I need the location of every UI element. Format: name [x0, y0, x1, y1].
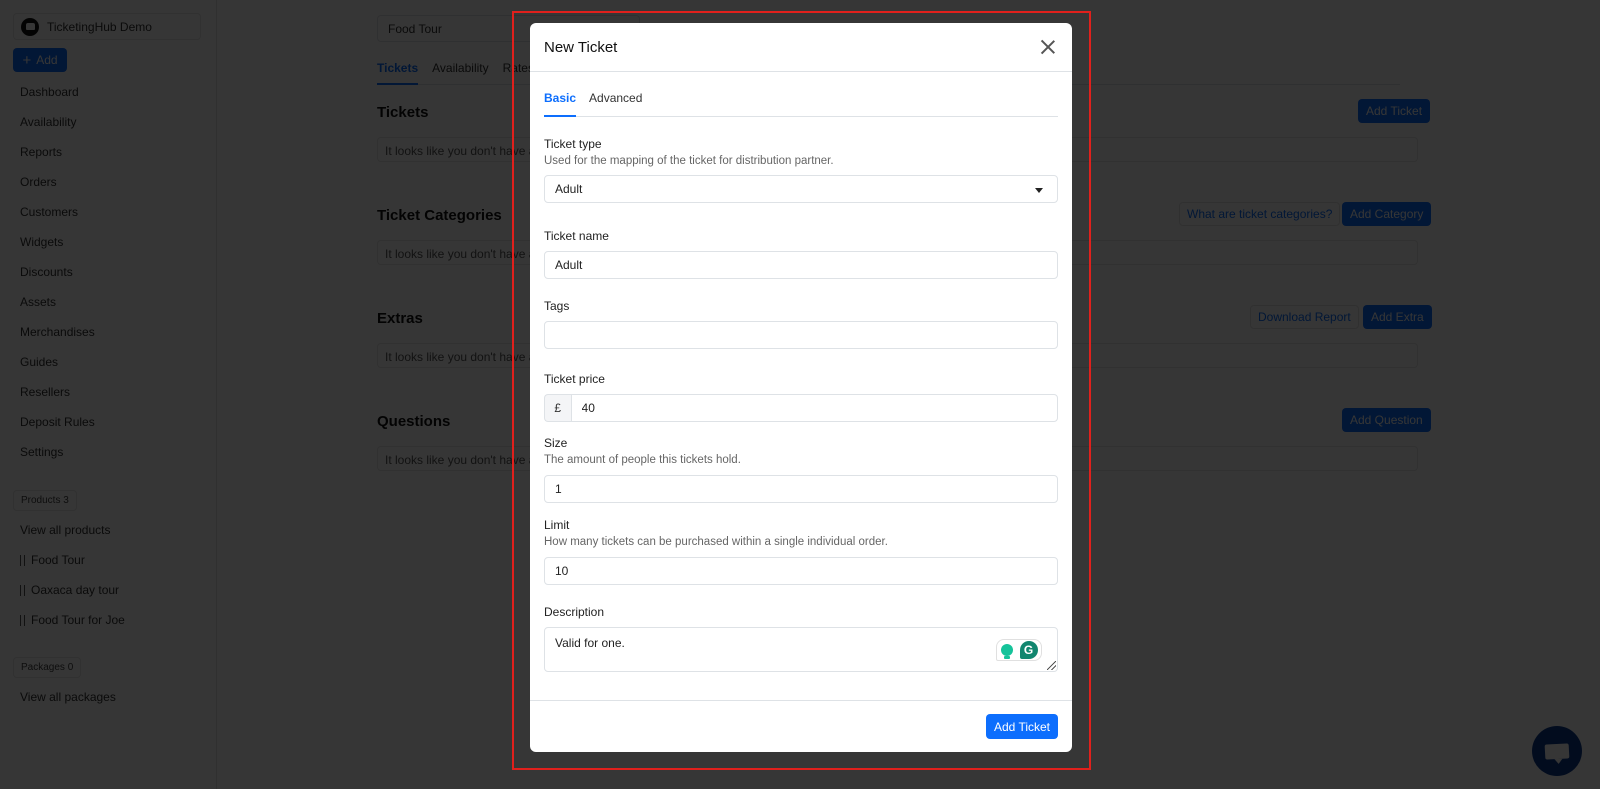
size-label: Size	[544, 436, 568, 450]
limit-input[interactable]	[544, 557, 1058, 585]
modal-footer: Add Ticket	[530, 700, 1072, 752]
lightbulb-icon	[1000, 644, 1013, 659]
new-ticket-modal: New Ticket Basic Advanced Ticket type Us…	[530, 23, 1072, 752]
modal-title: New Ticket	[544, 38, 618, 56]
ticket-price-input[interactable]	[570, 394, 1058, 422]
ticket-name-input[interactable]	[544, 251, 1058, 279]
ticket-type-help: Used for the mapping of the ticket for d…	[544, 155, 834, 167]
limit-field: Limit How many tickets can be purchased …	[544, 518, 1058, 585]
size-input[interactable]	[544, 475, 1058, 503]
modal-header: New Ticket	[530, 23, 1072, 72]
limit-help: How many tickets can be purchased within…	[544, 536, 888, 548]
grammarly-widget[interactable]: G	[996, 639, 1042, 661]
ticket-type-field: Ticket type Used for the mapping of the …	[544, 137, 1058, 203]
limit-label: Limit	[544, 518, 570, 532]
resize-handle-icon[interactable]	[1047, 661, 1056, 670]
size-help: The amount of people this tickets hold.	[544, 454, 741, 466]
close-icon[interactable]	[1038, 37, 1058, 57]
modal-tabs: Basic Advanced	[544, 91, 1058, 117]
tags-input[interactable]	[544, 321, 1058, 349]
ticket-price-label: Ticket price	[544, 372, 605, 386]
description-field: Description Valid for one. G	[544, 605, 1058, 672]
description-label: Description	[544, 605, 605, 619]
tab-basic[interactable]: Basic	[544, 91, 577, 117]
tags-label: Tags	[544, 299, 570, 313]
ticket-price-field: Ticket price £	[544, 372, 1058, 422]
tab-advanced[interactable]: Advanced	[589, 91, 642, 116]
ticket-type-value: Adult	[555, 182, 583, 196]
ticket-price-group: £	[544, 394, 1058, 422]
add-ticket-submit-button[interactable]: Add Ticket	[985, 714, 1058, 739]
currency-prefix: £	[544, 394, 571, 422]
grammarly-icon: G	[1019, 641, 1038, 659]
description-wrap: Valid for one. G	[544, 627, 1058, 672]
description-textarea[interactable]: Valid for one.	[544, 627, 1058, 672]
caret-down-icon	[1035, 188, 1043, 193]
ticket-type-label: Ticket type	[544, 137, 602, 151]
ticket-name-label: Ticket name	[544, 229, 609, 243]
ticket-name-field: Ticket name	[544, 229, 1058, 279]
tags-field: Tags	[544, 299, 1058, 349]
size-field: Size The amount of people this tickets h…	[544, 436, 1058, 503]
ticket-type-select[interactable]: Adult	[544, 175, 1058, 203]
modal-body: Basic Advanced	[530, 91, 1072, 117]
